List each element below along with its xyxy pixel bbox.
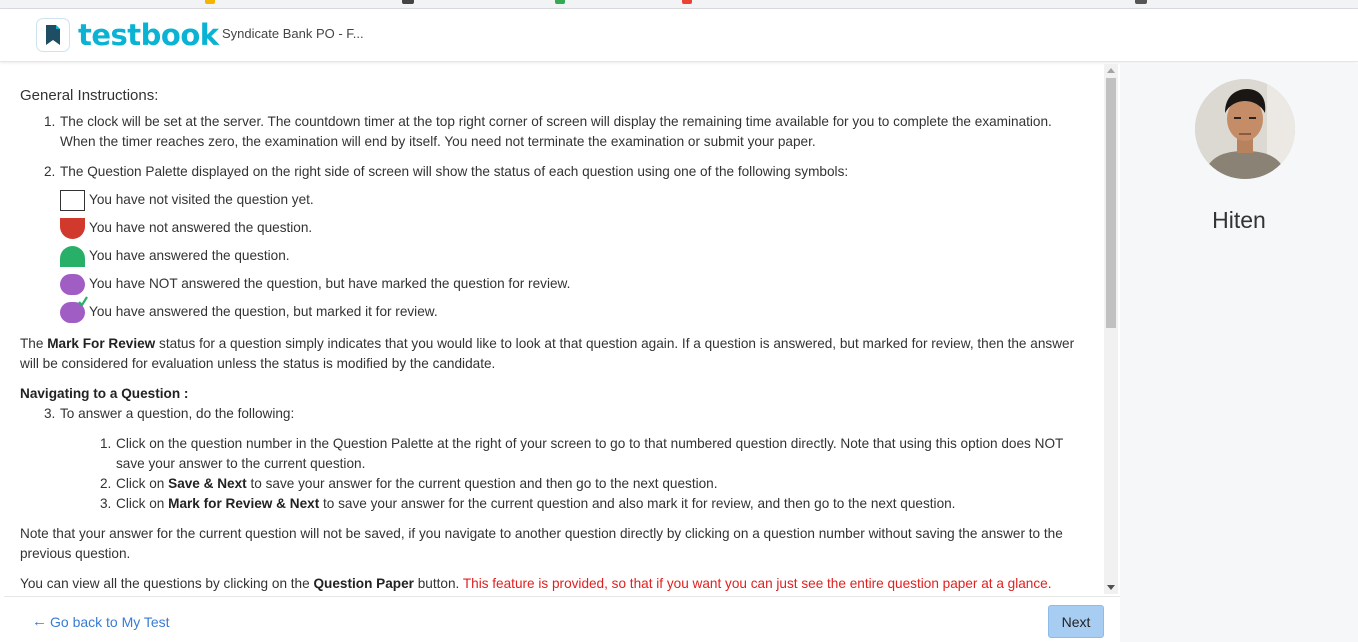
next-button[interactable]: Next — [1048, 605, 1104, 638]
note-paragraph: Note that your answer for the current qu… — [20, 526, 1063, 561]
navigating-list: 3. To answer a question, do the followin… — [44, 404, 1090, 424]
instructions-list: 1. The clock will be set at the server. … — [44, 112, 1090, 182]
scrollbar-thumb[interactable] — [1106, 78, 1116, 328]
not-visited-icon — [60, 189, 85, 211]
avatar — [1195, 79, 1295, 179]
test-title: Syndicate Bank PO - F... — [222, 26, 364, 41]
symbol-legend: You have not visited the question yet. Y… — [20, 186, 1090, 326]
check-icon — [78, 295, 88, 306]
instruction-item-2: 2. The Question Palette displayed on the… — [44, 164, 849, 179]
instruction-item-1: 1. The clock will be set at the server. … — [44, 114, 1052, 149]
instructions-panel[interactable]: General Instructions: 1. The clock will … — [4, 64, 1104, 594]
answered-marked-review-icon — [60, 295, 88, 323]
legend-answered-marked-review: You have answered the question, but mark… — [60, 295, 1090, 326]
footer-bar: ← Go back to My Test Next — [4, 596, 1120, 642]
top-header: testbook Syndicate Bank PO - F... — [0, 9, 1358, 62]
arrow-left-icon: ← — [32, 613, 47, 630]
answer-step-2: 2. Click on Save & Next to save your ans… — [100, 476, 718, 491]
go-back-link[interactable]: ← Go back to My Test — [32, 613, 170, 630]
scroll-down-arrow-icon[interactable] — [1107, 585, 1115, 590]
legend-marked-for-review: You have NOT answered the question, but … — [60, 270, 1090, 298]
answer-steps-list: 1. Click on the question number in the Q… — [100, 434, 1090, 514]
instructions-content: General Instructions: 1. The clock will … — [20, 86, 1090, 594]
browser-bookmarks-bar — [0, 0, 1358, 9]
answered-icon — [60, 245, 85, 267]
answer-step-3: 3. Click on Mark for Review & Next to sa… — [100, 496, 956, 511]
logo-wordmark: testbook — [78, 18, 219, 52]
legend-not-answered: You have not answered the question. — [60, 214, 1090, 242]
not-answered-icon — [60, 217, 85, 239]
legend-answered: You have answered the question. — [60, 242, 1090, 270]
question-paper-paragraph: You can view all the questions by clicki… — [20, 576, 1052, 591]
user-name: Hiten — [1212, 207, 1266, 233]
general-instructions-heading: General Instructions: — [20, 87, 159, 104]
testbook-logo[interactable]: testbook — [36, 17, 219, 53]
scroll-up-arrow-icon[interactable] — [1107, 68, 1115, 73]
instruction-item-3: 3. To answer a question, do the followin… — [44, 406, 295, 421]
answer-step-1: 1. Click on the question number in the Q… — [100, 436, 1064, 471]
mark-for-review-paragraph: The Mark For Review status for a questio… — [20, 336, 1075, 371]
legend-not-visited: You have not visited the question yet. — [60, 186, 1090, 214]
profile-panel: Hiten — [1120, 64, 1358, 642]
user-photo-icon — [1195, 79, 1295, 179]
navigating-heading: Navigating to a Question : — [20, 386, 189, 401]
instructions-scrollbar[interactable] — [1104, 64, 1118, 594]
marked-review-icon — [60, 273, 85, 295]
testbook-logo-icon — [36, 18, 70, 52]
